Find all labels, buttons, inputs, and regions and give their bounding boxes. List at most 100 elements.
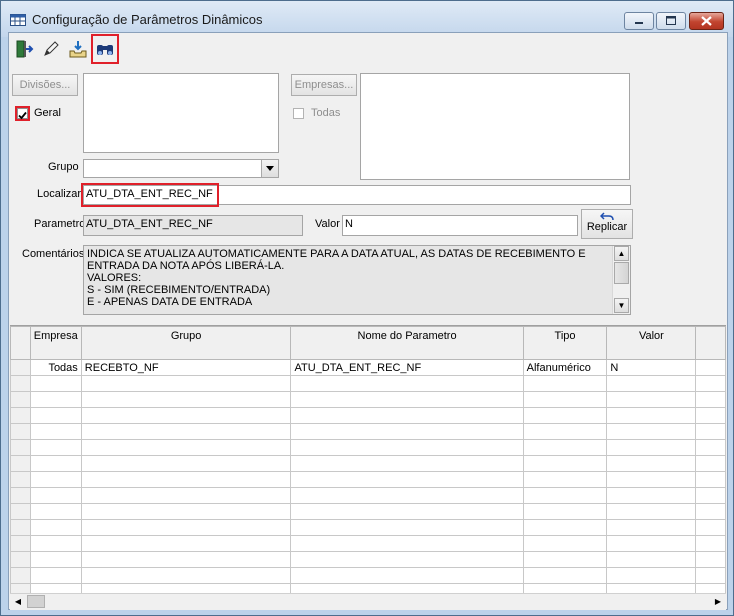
exit-button[interactable] — [12, 36, 36, 62]
table-cell[interactable] — [695, 359, 726, 376]
table-row[interactable] — [10, 407, 726, 424]
table-cell[interactable] — [29, 519, 82, 536]
table-cell[interactable] — [695, 487, 726, 504]
replicar-button[interactable]: Replicar — [581, 209, 633, 239]
table-cell[interactable] — [29, 391, 82, 408]
table-cell[interactable] — [522, 519, 608, 536]
divisoes-button[interactable]: Divisões... — [12, 74, 78, 96]
column-header[interactable]: Grupo — [80, 326, 292, 360]
table-cell[interactable] — [695, 439, 726, 456]
row-indicator[interactable] — [10, 455, 31, 472]
parameters-grid[interactable]: Empresa Grupo Nome do Parametro Tipo Val… — [10, 325, 726, 594]
row-indicator[interactable] — [10, 519, 31, 536]
table-cell[interactable] — [80, 375, 292, 392]
table-row[interactable] — [10, 423, 726, 440]
table-cell[interactable] — [290, 375, 524, 392]
edit-button[interactable] — [39, 36, 63, 62]
table-cell[interactable] — [522, 407, 608, 424]
scroll-up-button[interactable]: ▲ — [614, 246, 629, 261]
table-row[interactable] — [10, 439, 726, 456]
table-cell[interactable] — [606, 503, 697, 520]
row-indicator[interactable] — [10, 471, 31, 488]
column-header[interactable]: Valor — [606, 326, 697, 360]
row-indicator[interactable] — [10, 423, 31, 440]
grid-horizontal-scrollbar[interactable]: ◀ ▶ — [10, 593, 726, 610]
table-cell[interactable] — [695, 407, 726, 424]
table-cell[interactable] — [606, 567, 697, 584]
row-indicator[interactable] — [10, 567, 31, 584]
table-row[interactable] — [10, 487, 726, 504]
table-cell[interactable] — [29, 407, 82, 424]
table-cell[interactable] — [606, 407, 697, 424]
row-indicator[interactable] — [10, 551, 31, 568]
table-cell[interactable] — [606, 391, 697, 408]
table-cell[interactable] — [29, 503, 82, 520]
export-button[interactable] — [66, 36, 90, 62]
table-cell[interactable]: N — [606, 359, 697, 376]
table-cell[interactable] — [290, 519, 524, 536]
table-cell[interactable] — [80, 487, 292, 504]
table-cell[interactable] — [606, 551, 697, 568]
table-cell[interactable]: Alfanumérico — [522, 359, 608, 376]
scroll-down-button[interactable]: ▼ — [614, 298, 629, 313]
table-cell[interactable] — [290, 487, 524, 504]
table-cell[interactable] — [29, 423, 82, 440]
table-cell[interactable] — [606, 471, 697, 488]
table-cell[interactable] — [695, 551, 726, 568]
table-cell[interactable] — [522, 439, 608, 456]
empresas-button[interactable]: Empresas... — [291, 74, 357, 96]
table-row[interactable] — [10, 503, 726, 520]
column-header[interactable]: Empresa — [29, 326, 82, 360]
close-button[interactable] — [689, 12, 724, 30]
table-cell[interactable] — [522, 471, 608, 488]
table-cell[interactable] — [80, 439, 292, 456]
table-cell[interactable] — [290, 567, 524, 584]
table-row[interactable] — [10, 551, 726, 568]
table-cell[interactable]: Todas — [29, 359, 82, 376]
table-cell[interactable] — [695, 519, 726, 536]
table-cell[interactable]: RECEBTO_NF — [80, 359, 292, 376]
table-cell[interactable] — [522, 535, 608, 552]
table-cell[interactable] — [29, 535, 82, 552]
row-indicator[interactable] — [10, 439, 31, 456]
table-cell[interactable] — [29, 439, 82, 456]
row-indicator[interactable] — [10, 503, 31, 520]
table-row[interactable]: Todas RECEBTO_NF ATU_DTA_ENT_REC_NF Alfa… — [10, 359, 726, 376]
table-cell[interactable] — [29, 567, 82, 584]
minimize-button[interactable] — [624, 12, 654, 30]
table-cell[interactable] — [695, 375, 726, 392]
grupo-select[interactable] — [83, 159, 279, 178]
table-cell[interactable] — [695, 455, 726, 472]
table-cell[interactable] — [695, 535, 726, 552]
table-cell[interactable] — [522, 551, 608, 568]
table-cell[interactable] — [522, 487, 608, 504]
table-cell[interactable] — [695, 503, 726, 520]
table-cell[interactable] — [80, 391, 292, 408]
table-row[interactable] — [10, 375, 726, 392]
row-indicator[interactable] — [10, 375, 31, 392]
table-cell[interactable] — [290, 423, 524, 440]
table-row[interactable] — [10, 535, 726, 552]
table-cell[interactable] — [522, 375, 608, 392]
table-cell[interactable] — [290, 391, 524, 408]
table-row[interactable] — [10, 455, 726, 472]
row-indicator[interactable] — [10, 407, 31, 424]
table-cell[interactable] — [80, 407, 292, 424]
table-cell[interactable] — [80, 519, 292, 536]
table-cell[interactable] — [29, 455, 82, 472]
scroll-left-button[interactable]: ◀ — [10, 594, 26, 609]
table-cell[interactable] — [695, 423, 726, 440]
table-cell[interactable] — [80, 455, 292, 472]
table-cell[interactable]: ATU_DTA_ENT_REC_NF — [290, 359, 524, 376]
table-cell[interactable] — [606, 455, 697, 472]
table-cell[interactable] — [606, 519, 697, 536]
table-cell[interactable] — [80, 567, 292, 584]
table-cell[interactable] — [290, 407, 524, 424]
table-cell[interactable] — [29, 471, 82, 488]
table-cell[interactable] — [80, 423, 292, 440]
table-cell[interactable] — [290, 455, 524, 472]
scroll-right-button[interactable]: ▶ — [710, 594, 726, 609]
table-cell[interactable] — [522, 423, 608, 440]
table-row[interactable] — [10, 567, 726, 584]
comentarios-scrollbar[interactable]: ▲ ▼ — [612, 246, 630, 314]
